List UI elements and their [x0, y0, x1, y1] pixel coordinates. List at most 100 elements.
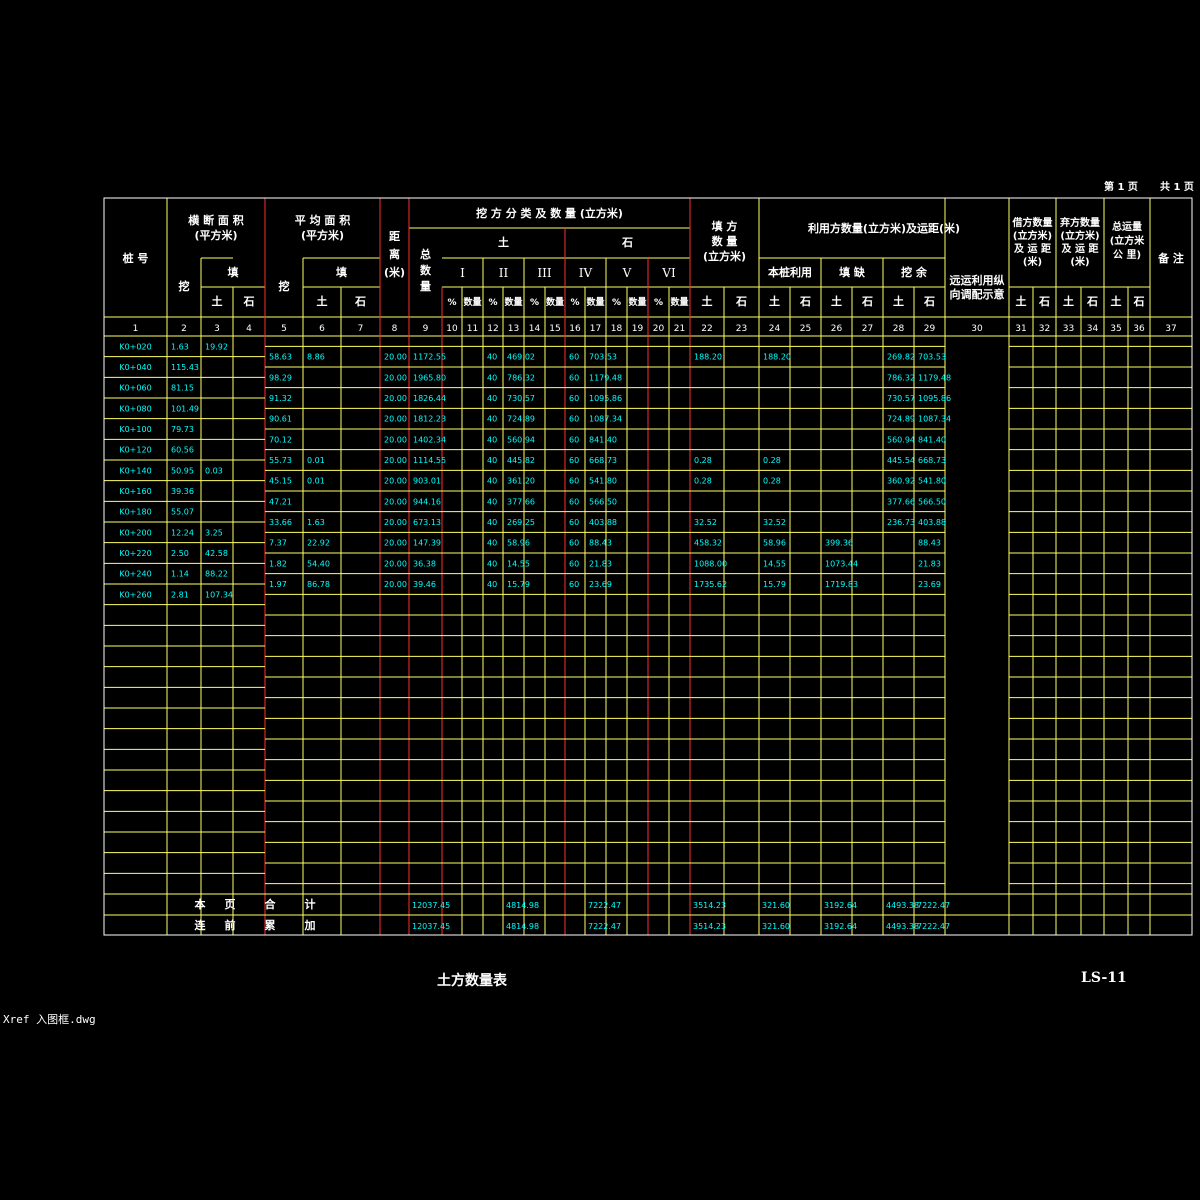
- grade-label: V: [622, 266, 632, 280]
- header-text: 挖 余: [901, 265, 928, 279]
- data-value: 40: [487, 456, 497, 465]
- header-text: 挖: [179, 279, 190, 293]
- data-value: 19.92: [205, 342, 228, 351]
- header-text: 石: [1086, 295, 1098, 308]
- data-value: 21.83: [918, 559, 941, 568]
- data-value: 91.32: [269, 394, 292, 403]
- data-value: 60: [569, 518, 579, 527]
- header-text: 石: [923, 295, 935, 308]
- data-value: 60: [569, 435, 579, 444]
- header-text: 数量: [670, 296, 688, 308]
- data-value: 1087.34: [918, 415, 951, 424]
- data-value: 0.03: [205, 466, 223, 475]
- column-number: 26: [831, 324, 843, 334]
- footer-value: 7222.47: [588, 901, 621, 910]
- stake-value: K0+140: [119, 466, 151, 475]
- header-text: 石: [799, 295, 811, 308]
- column-number: 35: [1110, 324, 1121, 334]
- column-number: 3: [214, 324, 220, 334]
- header-text: 总: [420, 247, 431, 261]
- data-value: 2.50: [171, 549, 189, 558]
- column-number: 19: [632, 324, 644, 334]
- header-text: 离: [389, 247, 400, 261]
- column-number: 21: [674, 324, 685, 334]
- header-text: 平 均 面 积: [295, 213, 351, 227]
- data-value: 20.00: [384, 477, 407, 486]
- header-text: 石: [735, 295, 747, 308]
- data-value: 39.36: [171, 487, 194, 496]
- column-number: 15: [549, 324, 560, 334]
- data-value: 361.20: [507, 477, 535, 486]
- data-value: 703.53: [589, 353, 617, 362]
- footer-label: 加: [304, 918, 316, 932]
- header-text: 填: [228, 265, 239, 279]
- header-text: 数量: [586, 296, 604, 308]
- header-text: 挖 方 分 类 及 数 量 (立方米): [476, 206, 623, 220]
- header-text: %: [530, 298, 539, 308]
- data-value: 730.57: [887, 394, 915, 403]
- data-value: 1095.86: [589, 394, 622, 403]
- header-text: (平方米): [301, 228, 344, 242]
- earthwork-table: 桩 号横 断 面 积(平方米)挖填土 石平 均 面 积(平方米)挖填土 石距离(米)…: [103, 197, 1193, 936]
- column-number: 14: [529, 324, 541, 334]
- data-value: 541.80: [918, 477, 946, 486]
- data-value: 20.00: [384, 415, 407, 424]
- grade-label: III: [537, 266, 551, 280]
- stake-value: K0+200: [119, 528, 151, 537]
- data-value: 730.57: [507, 394, 535, 403]
- column-number: 1: [133, 324, 139, 334]
- data-value: 1087.34: [589, 415, 622, 424]
- header-text: 土: [1111, 294, 1122, 308]
- column-number: 27: [862, 324, 873, 334]
- column-number: 16: [569, 324, 581, 334]
- footer-value: 12037.45: [412, 901, 450, 910]
- header-text: 土: [498, 235, 509, 249]
- column-number: 10: [446, 324, 458, 334]
- data-value: 20.00: [384, 435, 407, 444]
- footer-value: 321.60: [762, 922, 790, 931]
- data-value: 40: [487, 497, 497, 506]
- data-value: 40: [487, 353, 497, 362]
- data-value: 1735.62: [694, 580, 727, 589]
- data-value: 786.32: [507, 373, 535, 382]
- header-text: 数量: [463, 296, 481, 308]
- data-value: 20.00: [384, 456, 407, 465]
- column-number: 20: [653, 324, 665, 334]
- stake-value: K0+020: [119, 342, 151, 351]
- header-text: 数 量: [712, 234, 738, 248]
- header-text: 距: [389, 230, 400, 243]
- header-text: (米): [1070, 255, 1089, 268]
- data-value: 1088.00: [694, 559, 727, 568]
- data-value: 36.38: [413, 559, 436, 568]
- header-text: 数量: [504, 296, 522, 308]
- grade-label: IV: [579, 266, 593, 280]
- header-text: 总运量: [1112, 220, 1142, 233]
- data-value: 903.01: [413, 477, 441, 486]
- data-value: 60.56: [171, 446, 194, 455]
- footer-label: 本: [195, 897, 206, 911]
- data-value: 115.43: [171, 363, 199, 372]
- data-value: 40: [487, 539, 497, 548]
- header-text: 及 运 距: [1014, 243, 1051, 255]
- data-value: 1095.86: [918, 394, 951, 403]
- data-value: 399.36: [825, 539, 853, 548]
- footer-value: 7222.47: [917, 901, 950, 910]
- footer-value: 4493.38: [886, 922, 919, 931]
- data-value: 0.28: [763, 477, 781, 486]
- data-value: 79.73: [171, 425, 194, 434]
- header-text: (立方米: [1110, 234, 1146, 247]
- header-text: 利用方数量(立方米)及运距(米): [808, 221, 960, 235]
- header-text: 数量: [546, 296, 564, 308]
- column-number: 24: [769, 324, 781, 334]
- data-value: 403.88: [589, 518, 617, 527]
- column-number: 6: [319, 324, 325, 334]
- data-value: 40: [487, 477, 497, 486]
- header-text: 填 缺: [839, 265, 866, 279]
- data-value: 3.25: [205, 528, 223, 537]
- data-value: 703.53: [918, 353, 946, 362]
- grade-label: I: [460, 266, 465, 280]
- data-value: 269.25: [507, 518, 535, 527]
- footer-label: 计: [305, 897, 316, 911]
- data-value: 98.29: [269, 373, 292, 382]
- data-value: 14.55: [507, 559, 530, 568]
